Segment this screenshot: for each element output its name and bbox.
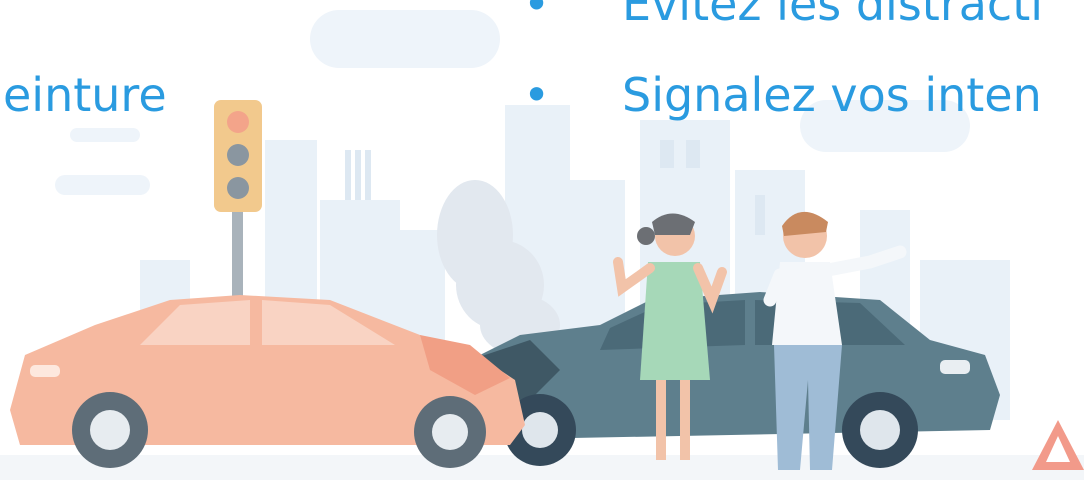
bullet-marker: • (523, 0, 551, 31)
slide-canvas: einture • Évitez les distracti • Signale… (0, 0, 1084, 480)
bullet-text: Signalez vos inten (622, 68, 1042, 122)
crashed-car-left (10, 295, 525, 468)
bullet-text: Évitez les distracti (622, 0, 1044, 31)
partial-text-left: einture (3, 68, 167, 122)
bullet-marker: • (523, 68, 551, 122)
warning-triangle (1032, 420, 1084, 470)
